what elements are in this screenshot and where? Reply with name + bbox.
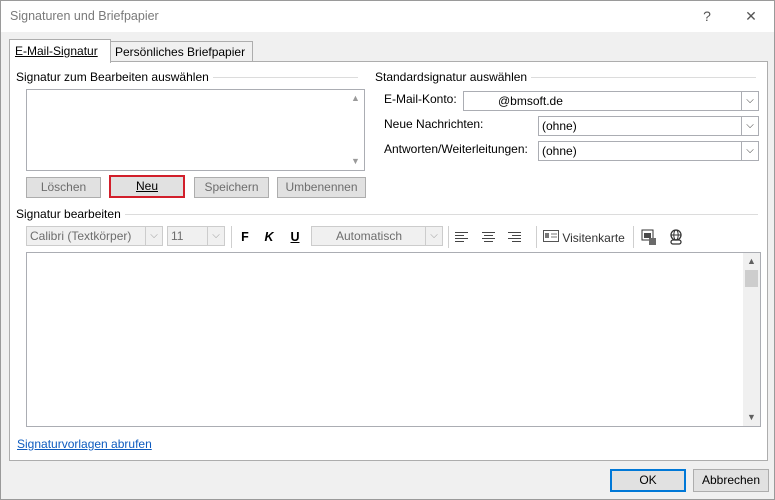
font-size-select[interactable]: 11 ⌵ <box>167 226 225 246</box>
chevron-down-icon[interactable]: ⌵ <box>425 227 442 245</box>
help-button[interactable]: ? <box>695 6 719 26</box>
signatures-dialog: Signaturen und Briefpapier ? ✕ E-Mail-Si… <box>0 0 775 500</box>
replies-select[interactable]: (ohne) ⌵ <box>538 141 759 161</box>
scroll-thumb[interactable] <box>745 270 758 287</box>
scroll-down-icon[interactable]: ▼ <box>347 153 364 170</box>
new-button[interactable]: Neu <box>109 175 185 198</box>
font-select[interactable]: Calibri (Textkörper) ⌵ <box>26 226 163 246</box>
insert-picture-icon[interactable] <box>641 229 657 249</box>
cancel-button[interactable]: Abbrechen <box>693 469 769 492</box>
title-bar: Signaturen und Briefpapier ? ✕ <box>1 1 774 32</box>
email-account-label: E-Mail-Konto: <box>384 92 457 106</box>
chevron-down-icon[interactable]: ⌵ <box>145 227 162 245</box>
chevron-down-icon[interactable]: ⌵ <box>741 142 758 160</box>
signature-list-scrollbar[interactable]: ▲ ▼ <box>347 90 364 170</box>
business-card-button[interactable]: Visitenkarte <box>543 228 625 246</box>
default-signature-label: Standardsignatur auswählen <box>375 70 532 84</box>
scroll-up-icon[interactable]: ▲ <box>347 90 364 107</box>
new-messages-label: Neue Nachrichten: <box>384 117 484 131</box>
group-divider <box>18 214 758 215</box>
chevron-down-icon[interactable]: ⌵ <box>741 92 758 110</box>
rename-button[interactable]: Umbenennen <box>277 177 366 198</box>
align-left-icon[interactable] <box>454 231 469 246</box>
bold-button[interactable]: F <box>237 229 253 246</box>
scroll-down-icon[interactable]: ▼ <box>743 409 760 426</box>
close-icon[interactable]: ✕ <box>739 6 763 26</box>
tab-personal-stationery[interactable]: Persönliches Briefpapier <box>109 41 253 62</box>
select-signature-label: Signatur zum Bearbeiten auswählen <box>16 70 213 84</box>
underline-button[interactable]: U <box>287 229 303 246</box>
hyperlink-icon[interactable] <box>668 229 684 249</box>
save-button[interactable]: Speichern <box>194 177 269 198</box>
replies-label: Antworten/Weiterleitungen: <box>384 142 528 156</box>
window-title: Signaturen und Briefpapier <box>10 9 159 23</box>
ok-button[interactable]: OK <box>610 469 686 492</box>
new-messages-select[interactable]: (ohne) ⌵ <box>538 116 759 136</box>
chevron-down-icon[interactable]: ⌵ <box>741 117 758 135</box>
signature-templates-link[interactable]: Signaturvorlagen abrufen <box>17 437 152 451</box>
edit-signature-label: Signatur bearbeiten <box>16 207 125 221</box>
font-color-select[interactable]: Automatisch ⌵ <box>311 226 443 246</box>
toolbar-separator <box>536 226 537 248</box>
align-center-icon[interactable] <box>481 231 496 246</box>
align-right-icon[interactable] <box>507 231 522 246</box>
tab-email-signature[interactable]: E-Mail-Signatur <box>9 39 111 63</box>
scroll-up-icon[interactable]: ▲ <box>743 253 760 270</box>
italic-button[interactable]: K <box>261 229 277 246</box>
signature-editor[interactable]: ▲ ▼ <box>26 252 761 427</box>
toolbar-separator <box>448 226 449 248</box>
chevron-down-icon[interactable]: ⌵ <box>207 227 224 245</box>
business-card-icon <box>543 229 559 247</box>
email-account-select[interactable]: @bmsoft.de ⌵ <box>463 91 759 111</box>
toolbar-separator <box>231 226 232 248</box>
toolbar-separator <box>633 226 634 248</box>
signature-list[interactable]: ▲ ▼ <box>26 89 365 171</box>
delete-button[interactable]: Löschen <box>26 177 101 198</box>
editor-scrollbar[interactable]: ▲ ▼ <box>743 253 760 426</box>
